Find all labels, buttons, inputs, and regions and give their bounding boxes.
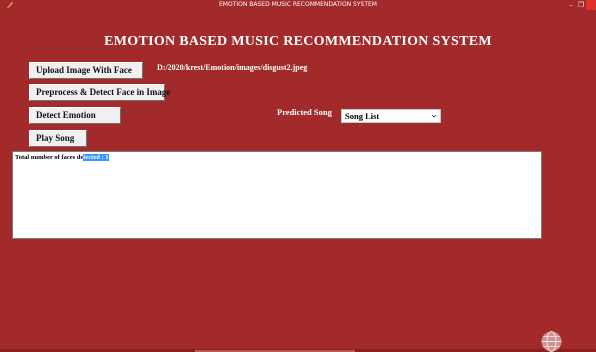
- window-title: EMOTION BASED MUSIC RECOMMENDATION SYSTE…: [219, 1, 377, 8]
- output-text-area[interactable]: Total number of faces detected : 1: [12, 151, 542, 239]
- preprocess-detect-face-button[interactable]: Preprocess & Detect Face in Image: [29, 84, 170, 101]
- song-list-value: Song List: [345, 111, 380, 121]
- image-path-label: D:/2020/krest/Emotion/images/disgust2.jp…: [157, 63, 308, 72]
- title-bar: EMOTION BASED MUSIC RECOMMENDATION SYSTE…: [0, 0, 596, 10]
- song-list-dropdown[interactable]: Song List: [341, 109, 441, 123]
- maximize-button[interactable]: ❐: [576, 0, 586, 10]
- output-line: Total number of faces detected : 1: [15, 153, 109, 162]
- close-button[interactable]: [586, 0, 596, 10]
- page-title: EMOTION BASED MUSIC RECOMMENDATION SYSTE…: [104, 34, 492, 49]
- minimize-button[interactable]: –: [566, 0, 576, 10]
- play-song-button[interactable]: Play Song: [29, 130, 87, 147]
- app-window: EMOTION BASED MUSIC RECOMMENDATION SYSTE…: [0, 0, 596, 352]
- output-text: Total number of faces de: [15, 154, 84, 161]
- detect-emotion-button[interactable]: Detect Emotion: [29, 107, 121, 124]
- upload-image-button[interactable]: Upload Image With Face: [29, 62, 143, 79]
- selected-text: tected : 1: [83, 154, 109, 161]
- chevron-down-icon: [431, 114, 437, 118]
- globe-icon[interactable]: [541, 331, 562, 352]
- predicted-song-label: Predicted Song: [277, 107, 332, 117]
